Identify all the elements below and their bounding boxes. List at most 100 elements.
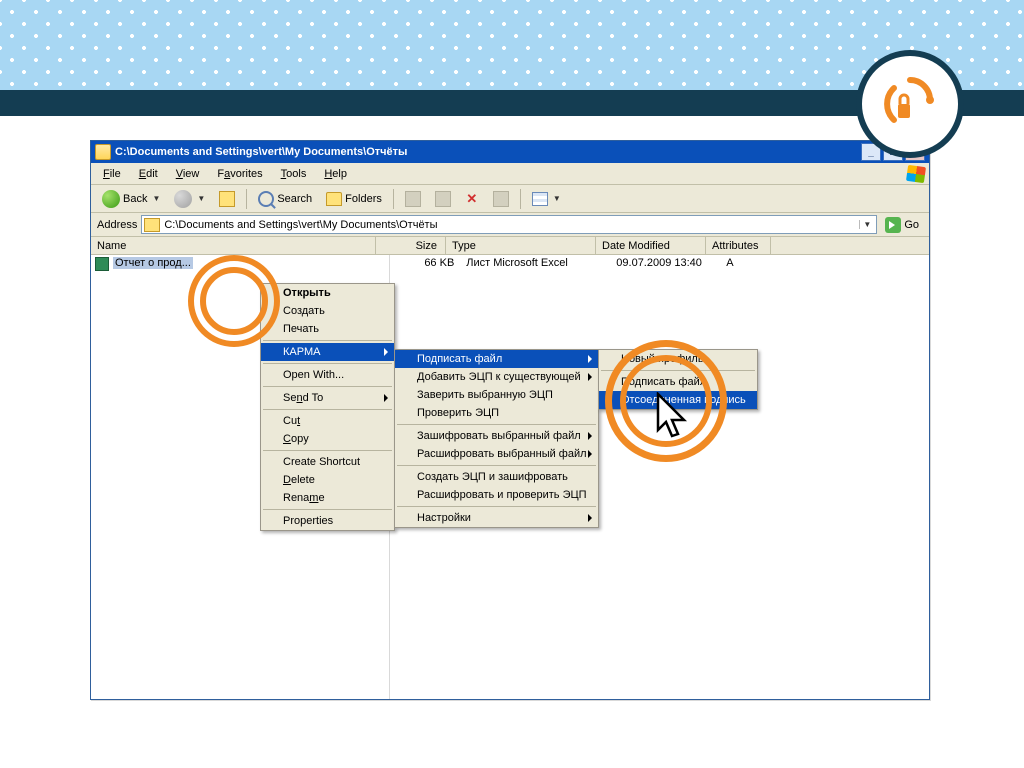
back-button[interactable]: Back ▼ xyxy=(97,187,165,211)
karma-certify[interactable]: Заверить выбранную ЭЦП xyxy=(395,386,598,404)
separator xyxy=(263,409,392,410)
ctx-sendto[interactable]: Send To xyxy=(261,389,394,407)
windows-flag-icon xyxy=(906,165,926,183)
go-button[interactable]: Go xyxy=(881,216,923,234)
views-button[interactable]: ▼ xyxy=(527,189,566,209)
col-size[interactable]: Size xyxy=(376,237,446,254)
undo-icon xyxy=(493,191,509,207)
submenu-arrow-icon xyxy=(588,432,592,440)
separator xyxy=(263,509,392,510)
chevron-down-icon: ▼ xyxy=(152,194,160,203)
ctx-rename[interactable]: Rename xyxy=(261,489,394,507)
file-attr: A xyxy=(720,255,780,699)
delete-button[interactable]: ✕ xyxy=(460,189,484,209)
separator xyxy=(397,424,596,425)
search-button[interactable]: Search xyxy=(253,188,317,210)
ctx-karma[interactable]: КАРМА xyxy=(261,343,394,361)
folders-label: Folders xyxy=(345,193,382,205)
sign-new-profile[interactable]: Новый профиль xyxy=(599,350,757,368)
folder-up-icon xyxy=(219,191,235,207)
karma-sign[interactable]: Подписать файл xyxy=(395,350,598,368)
submenu-arrow-icon xyxy=(384,394,388,402)
separator xyxy=(263,386,392,387)
separator xyxy=(263,340,392,341)
chevron-down-icon: ▼ xyxy=(197,194,205,203)
chevron-down-icon[interactable]: ▼ xyxy=(859,220,874,229)
undo-button[interactable] xyxy=(488,188,514,210)
karma-decrypt[interactable]: Расшифровать выбранный файл xyxy=(395,445,598,463)
go-label: Go xyxy=(904,219,919,231)
ctx-shortcut[interactable]: Create Shortcut xyxy=(261,453,394,471)
submenu-arrow-icon xyxy=(588,514,592,522)
ctx-properties[interactable]: Properties xyxy=(261,512,394,530)
context-menu-sign: Новый профиль Подписать файл Отсоединенн… xyxy=(598,349,758,410)
forward-button[interactable]: ▼ xyxy=(169,187,210,211)
separator xyxy=(601,370,755,371)
karma-signenc[interactable]: Создать ЭЦП и зашифровать xyxy=(395,468,598,486)
copy-to-button[interactable] xyxy=(430,188,456,210)
karma-addsig[interactable]: Добавить ЭЦП к существующей xyxy=(395,368,598,386)
menu-help[interactable]: Help xyxy=(316,165,355,183)
file-name: Отчет о прод... xyxy=(113,257,193,269)
back-icon xyxy=(102,190,120,208)
ctx-cut[interactable]: Cut xyxy=(261,412,394,430)
menu-favorites[interactable]: Favorites xyxy=(209,165,270,183)
submenu-arrow-icon xyxy=(588,450,592,458)
views-icon xyxy=(532,192,548,206)
chevron-down-icon: ▼ xyxy=(553,194,561,203)
ctx-create[interactable]: Создать xyxy=(261,302,394,320)
folders-button[interactable]: Folders xyxy=(321,189,387,209)
sign-file[interactable]: Подписать файл xyxy=(599,373,757,391)
titlebar[interactable]: C:\Documents and Settings\vert\My Docume… xyxy=(91,141,929,163)
file-date: 09.07.2009 13:40 xyxy=(610,255,720,699)
delete-icon: ✕ xyxy=(465,192,479,206)
separator xyxy=(397,506,596,507)
menu-file[interactable]: File xyxy=(95,165,129,183)
toolbar: Back ▼ ▼ Search Folders ✕ ▼ xyxy=(91,185,929,213)
menu-edit[interactable]: Edit xyxy=(131,165,166,183)
ctx-print[interactable]: Печать xyxy=(261,320,394,338)
col-type[interactable]: Type xyxy=(446,237,596,254)
up-button[interactable] xyxy=(214,188,240,210)
submenu-arrow-icon xyxy=(384,348,388,356)
folders-icon xyxy=(326,192,342,206)
ctx-copy[interactable]: Copy xyxy=(261,430,394,448)
window-title: C:\Documents and Settings\vert\My Docume… xyxy=(115,146,407,158)
karma-decver[interactable]: Расшифровать и проверить ЭЦП xyxy=(395,486,598,504)
sign-detached[interactable]: Отсоединенная подпись xyxy=(599,391,757,409)
folder-icon xyxy=(95,144,111,160)
folder-icon xyxy=(144,218,160,232)
menu-view[interactable]: View xyxy=(168,165,208,183)
ctx-delete[interactable]: Delete xyxy=(261,471,394,489)
search-icon xyxy=(258,191,274,207)
go-icon xyxy=(885,217,901,233)
karma-verify[interactable]: Проверить ЭЦП xyxy=(395,404,598,422)
context-menu-main: Открыть Создать Печать КАРМА Open With..… xyxy=(260,283,395,531)
col-attr[interactable]: Attributes xyxy=(706,237,771,254)
file-row[interactable]: Отчет о прод... xyxy=(91,255,389,273)
forward-icon xyxy=(174,190,192,208)
back-label: Back xyxy=(123,193,147,205)
addressbar: Address C:\Documents and Settings\vert\M… xyxy=(91,213,929,237)
col-date[interactable]: Date Modified xyxy=(596,237,706,254)
col-name[interactable]: Name xyxy=(91,237,376,254)
excel-file-icon xyxy=(95,257,109,271)
submenu-arrow-icon xyxy=(588,373,592,381)
karma-settings[interactable]: Настройки xyxy=(395,509,598,527)
karma-encrypt[interactable]: Зашифровать выбранный файл xyxy=(395,427,598,445)
address-input[interactable]: C:\Documents and Settings\vert\My Docume… xyxy=(141,215,877,234)
move-to-button[interactable] xyxy=(400,188,426,210)
search-label: Search xyxy=(277,193,312,205)
ctx-open[interactable]: Открыть xyxy=(261,284,394,302)
address-label: Address xyxy=(97,219,137,231)
separator xyxy=(263,363,392,364)
menu-tools[interactable]: Tools xyxy=(273,165,315,183)
copyto-icon xyxy=(435,191,451,207)
moveto-icon xyxy=(405,191,421,207)
separator xyxy=(246,189,247,209)
ctx-openwith[interactable]: Open With... xyxy=(261,366,394,384)
context-menu-karma: Подписать файл Добавить ЭЦП к существующ… xyxy=(394,349,599,528)
menubar: File Edit View Favorites Tools Help xyxy=(91,163,929,185)
address-path: C:\Documents and Settings\vert\My Docume… xyxy=(164,219,859,231)
column-headers: Name Size Type Date Modified Attributes xyxy=(91,237,929,255)
